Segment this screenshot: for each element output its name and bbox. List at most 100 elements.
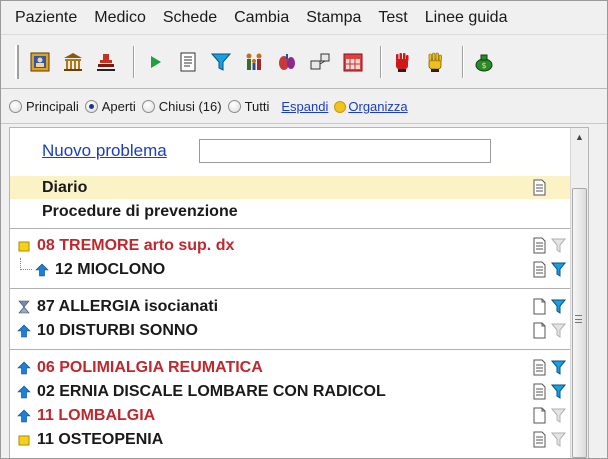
organs-button[interactable] xyxy=(274,49,300,75)
scroll-grip-icon xyxy=(575,315,582,323)
filter-grey-icon[interactable] xyxy=(550,430,566,448)
organize-link[interactable]: Organizza xyxy=(348,99,407,114)
vertical-scrollbar[interactable]: ▲ xyxy=(570,128,588,458)
problem-label: Procedure di prevenzione xyxy=(42,202,238,220)
new-problem-row: Nuovo problema xyxy=(10,128,572,174)
menu-cambia[interactable]: Cambia xyxy=(234,9,289,27)
yellow-square-icon xyxy=(16,432,32,448)
filter-grey-icon[interactable] xyxy=(550,236,566,254)
network-icon xyxy=(310,53,330,69)
filter-grey-icon[interactable] xyxy=(550,321,566,339)
radio-button[interactable] xyxy=(9,100,22,113)
document-blank-icon[interactable] xyxy=(531,297,547,315)
money-bag-button[interactable]: $ xyxy=(471,49,497,75)
filter-blue-icon[interactable] xyxy=(550,260,566,278)
family-button[interactable] xyxy=(241,49,267,75)
document-lines-icon[interactable] xyxy=(531,178,547,196)
row-actions xyxy=(547,202,566,220)
red-hand-button[interactable] xyxy=(389,49,415,75)
blue-up-arrow-icon xyxy=(34,262,50,278)
document-lines-icon[interactable] xyxy=(531,236,547,254)
menu-linee-guida[interactable]: Linee guida xyxy=(425,9,508,27)
filter-blue-icon[interactable] xyxy=(550,382,566,400)
play-button[interactable] xyxy=(142,49,168,75)
problem-row[interactable]: 06 POLIMIALGIA REUMATICA xyxy=(10,356,572,379)
menu-stampa[interactable]: Stampa xyxy=(306,9,361,27)
blue-up-arrow-icon xyxy=(16,323,32,339)
yellow-square-icon xyxy=(16,238,32,254)
expand-link[interactable]: Espandi xyxy=(281,99,328,114)
calendar-icon xyxy=(343,53,363,71)
organize-dot-icon xyxy=(334,100,347,113)
family-icon xyxy=(246,53,262,70)
yellow-hand-icon xyxy=(428,52,442,72)
menu-schede[interactable]: Schede xyxy=(163,9,217,27)
radio-button[interactable] xyxy=(141,100,155,113)
calendar-button[interactable] xyxy=(340,49,366,75)
radio-button[interactable] xyxy=(84,100,98,113)
tree-connector xyxy=(20,258,32,270)
menu-medico[interactable]: Medico xyxy=(94,9,146,27)
filter-grey-icon[interactable] xyxy=(550,406,566,424)
patient-card-button[interactable] xyxy=(27,49,53,75)
scroll-thumb[interactable] xyxy=(572,188,587,458)
radio-chiusi[interactable]: Chiusi (16) xyxy=(141,99,222,114)
stamp-button[interactable] xyxy=(93,49,119,75)
problem-row[interactable]: 02 ERNIA DISCALE LOMBARE CON RADICOL xyxy=(10,380,572,403)
problem-label: 87 ALLERGIA isocianati xyxy=(37,297,219,315)
radio-principali[interactable]: Principali xyxy=(9,99,79,114)
icon-placeholder xyxy=(550,202,566,220)
filter-button[interactable] xyxy=(208,49,234,75)
problem-row[interactable]: Diario xyxy=(10,176,572,199)
organs-icon xyxy=(279,53,295,70)
problem-row[interactable]: 11 LOMBALGIA xyxy=(10,404,572,427)
row-actions xyxy=(528,178,566,196)
radio-label: Principali xyxy=(26,99,79,114)
toolbar-separator xyxy=(380,45,382,78)
problem-label: 12 MIOCLONO xyxy=(55,260,166,278)
row-actions xyxy=(528,236,566,254)
filter-blue-icon[interactable] xyxy=(550,297,566,315)
menu-test[interactable]: Test xyxy=(378,9,407,27)
row-actions xyxy=(528,406,566,424)
toolbar-separator xyxy=(462,45,464,78)
play-icon xyxy=(151,55,161,68)
problem-label: 06 POLIMIALGIA REUMATICA xyxy=(37,358,263,376)
network-button[interactable] xyxy=(307,49,333,75)
new-problem-link[interactable]: Nuovo problema xyxy=(42,141,167,161)
problem-row[interactable]: 12 MIOCLONO xyxy=(10,258,572,281)
new-problem-input[interactable] xyxy=(198,139,491,163)
toolbar-grip[interactable] xyxy=(15,44,19,79)
document-blank-icon[interactable] xyxy=(531,321,547,339)
bank-icon xyxy=(64,52,82,71)
radio-button[interactable] xyxy=(227,100,241,113)
row-actions xyxy=(528,382,566,400)
group-divider xyxy=(10,228,572,229)
radio-aperti[interactable]: Aperti xyxy=(84,99,136,114)
problem-row[interactable]: 08 TREMORE arto sup. dx xyxy=(10,234,572,257)
menu-paziente[interactable]: Paziente xyxy=(15,9,77,27)
yellow-hand-button[interactable] xyxy=(422,49,448,75)
red-hand-icon xyxy=(396,52,409,72)
problem-row[interactable]: 11 OSTEOPENIA xyxy=(10,428,572,451)
patient-card-icon xyxy=(30,52,50,71)
problem-row[interactable]: 10 DISTURBI SONNO xyxy=(10,319,572,342)
document-lines-icon[interactable] xyxy=(531,358,547,376)
problem-row[interactable]: Procedure di prevenzione xyxy=(10,200,572,223)
filter-blue-icon[interactable] xyxy=(550,358,566,376)
scroll-up-icon[interactable]: ▲ xyxy=(571,128,588,146)
bank-button[interactable] xyxy=(60,49,86,75)
problem-row[interactable]: 87 ALLERGIA isocianati xyxy=(10,295,572,318)
problem-label: Diario xyxy=(42,178,88,196)
radio-tutti[interactable]: Tutti xyxy=(227,99,269,114)
problem-label: 02 ERNIA DISCALE LOMBARE CON RADICOL xyxy=(37,382,386,400)
document-blank-icon[interactable] xyxy=(531,406,547,424)
hourglass-icon xyxy=(16,299,32,315)
document-lines-icon[interactable] xyxy=(531,382,547,400)
list-document-button[interactable] xyxy=(175,49,201,75)
document-lines-icon[interactable] xyxy=(531,260,547,278)
radio-label: Chiusi (16) xyxy=(158,99,222,114)
document-lines-icon[interactable] xyxy=(531,430,547,448)
row-actions xyxy=(528,321,566,339)
app-window: Paziente Medico Schede Cambia Stampa Tes… xyxy=(0,0,608,459)
